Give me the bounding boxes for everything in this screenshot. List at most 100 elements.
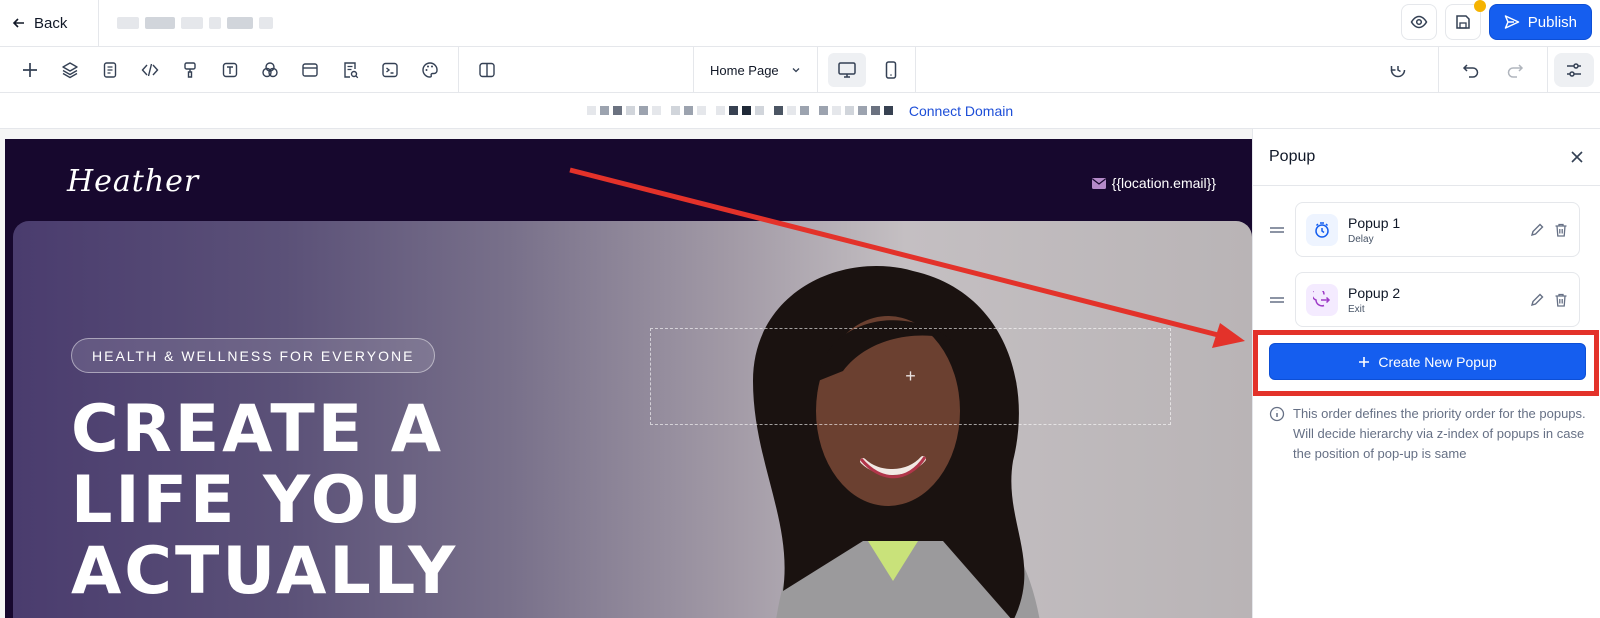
code-icon xyxy=(141,63,159,76)
layers-icon xyxy=(62,61,78,78)
desktop-view-button[interactable] xyxy=(828,53,866,87)
hero-section[interactable]: Heather {{location.email}} HEALTH & WELL… xyxy=(5,139,1252,618)
toolbar-divider xyxy=(458,46,459,93)
site-logo[interactable]: Heather xyxy=(67,164,199,199)
settings-panel-button[interactable] xyxy=(1554,53,1594,87)
trash-icon[interactable] xyxy=(1553,292,1569,308)
seo-button[interactable] xyxy=(330,50,370,90)
site-url-blurred xyxy=(586,106,661,115)
drag-handle-icon[interactable] xyxy=(1269,289,1285,310)
layers-button[interactable] xyxy=(50,50,90,90)
headline-line-2: LIFE YOU xyxy=(71,463,425,538)
split-view-button[interactable] xyxy=(467,50,507,90)
priority-info-text: This order defines the priority order fo… xyxy=(1293,406,1586,461)
code-button[interactable] xyxy=(130,50,170,90)
info-icon xyxy=(1269,406,1285,422)
popup-trigger: Exit xyxy=(1348,303,1365,315)
columns-icon xyxy=(479,62,495,77)
popup-list-item[interactable]: Popup 1 Delay xyxy=(1269,202,1580,257)
chevron-down-icon xyxy=(792,68,800,73)
settings-group xyxy=(1547,47,1600,93)
editor-canvas: Heather {{location.email}} HEALTH & WELL… xyxy=(0,129,1252,618)
redo-button[interactable] xyxy=(1495,50,1535,90)
plus-icon xyxy=(23,62,37,77)
undo-button[interactable] xyxy=(1451,50,1491,90)
trash-icon[interactable] xyxy=(1553,222,1569,238)
publish-label: Publish xyxy=(1527,13,1577,31)
add-element-button[interactable] xyxy=(10,50,50,90)
headline-line-1: CREATE A xyxy=(71,392,445,467)
mobile-view-button[interactable] xyxy=(872,53,910,87)
empty-element-dropzone[interactable]: + xyxy=(650,328,1171,425)
back-button[interactable]: Back xyxy=(0,0,99,46)
domain-bar: Connect Domain xyxy=(0,93,1600,129)
popup-name: Popup 2 xyxy=(1348,284,1401,301)
preview-button[interactable] xyxy=(1400,4,1437,40)
theme-button[interactable] xyxy=(410,50,450,90)
back-label: Back xyxy=(34,14,68,32)
hero-headline[interactable]: CREATE A LIFE YOU ACTUALLY xyxy=(71,394,458,607)
arrow-left-icon xyxy=(12,18,24,28)
history-clock-icon xyxy=(1390,66,1406,78)
headline-line-3: ACTUALLY xyxy=(71,534,459,609)
popup-card[interactable]: Popup 1 Delay xyxy=(1295,202,1580,257)
annotation-highlight-box xyxy=(1253,330,1599,396)
timer-icon xyxy=(1306,213,1338,246)
popup-name: Popup 1 xyxy=(1348,214,1401,231)
page-icon xyxy=(103,61,117,78)
header-email-text: {{location.email}} xyxy=(1111,175,1216,191)
floppy-disk-icon xyxy=(1456,15,1470,29)
color-circles-icon xyxy=(262,61,278,77)
sliders-icon xyxy=(1567,63,1581,77)
popup-list-item[interactable]: Popup 2 Exit xyxy=(1269,272,1580,327)
publish-button[interactable]: Publish xyxy=(1488,4,1592,40)
priority-info: This order defines the priority order fo… xyxy=(1269,404,1589,464)
unsaved-indicator-dot xyxy=(1473,0,1486,12)
browser-window-icon xyxy=(302,62,318,77)
editor-toolbar: Home Page xyxy=(0,46,1600,93)
pencil-icon[interactable] xyxy=(1529,292,1545,308)
redo-icon xyxy=(1507,64,1524,78)
drag-handle-icon[interactable] xyxy=(1269,219,1285,240)
site-title-blurred xyxy=(117,17,273,29)
eye-icon xyxy=(1410,15,1428,29)
site-url-blurred-3 xyxy=(715,106,764,115)
paint-roller-icon xyxy=(184,61,196,78)
dropzone-plus: + xyxy=(905,366,916,386)
popup-trigger: Delay xyxy=(1348,233,1374,245)
hero-tagline-pill[interactable]: HEALTH & WELLNESS FOR EVERYONE xyxy=(71,338,436,373)
terminal-icon xyxy=(382,62,398,77)
smartphone-icon xyxy=(885,61,897,79)
history-group xyxy=(1366,47,1438,93)
save-button[interactable] xyxy=(1444,0,1486,40)
send-icon xyxy=(1504,15,1520,29)
popup-card[interactable]: Popup 2 Exit xyxy=(1295,272,1580,327)
palette-icon xyxy=(422,61,438,78)
panel-title: Popup xyxy=(1269,148,1316,165)
envelope-icon xyxy=(1091,177,1106,189)
close-icon[interactable] xyxy=(1570,150,1584,164)
connect-domain-link[interactable]: Connect Domain xyxy=(909,103,1013,119)
text-icon xyxy=(222,62,238,77)
page-select[interactable]: Home Page xyxy=(693,47,818,93)
site-url-blurred-5 xyxy=(818,106,893,115)
version-history-button[interactable] xyxy=(1378,50,1418,90)
custom-js-button[interactable] xyxy=(370,50,410,90)
pencil-icon[interactable] xyxy=(1529,222,1545,238)
header-email[interactable]: {{location.email}} xyxy=(1091,175,1216,191)
woman-photo-illustration xyxy=(753,265,1040,618)
exit-icon xyxy=(1306,283,1338,316)
site-url-blurred-2 xyxy=(670,106,706,115)
monitor-icon xyxy=(838,62,856,78)
typography-button[interactable] xyxy=(210,50,250,90)
site-url-blurred-4 xyxy=(773,106,809,115)
undo-redo-group xyxy=(1438,47,1547,93)
pages-button[interactable] xyxy=(90,50,130,90)
device-switcher xyxy=(818,47,916,93)
colors-button[interactable] xyxy=(250,50,290,90)
styles-button[interactable] xyxy=(170,50,210,90)
popup-panel-header: Popup xyxy=(1253,129,1600,186)
popup-button[interactable] xyxy=(290,50,330,90)
undo-icon xyxy=(1462,64,1479,78)
file-search-icon xyxy=(344,61,359,78)
